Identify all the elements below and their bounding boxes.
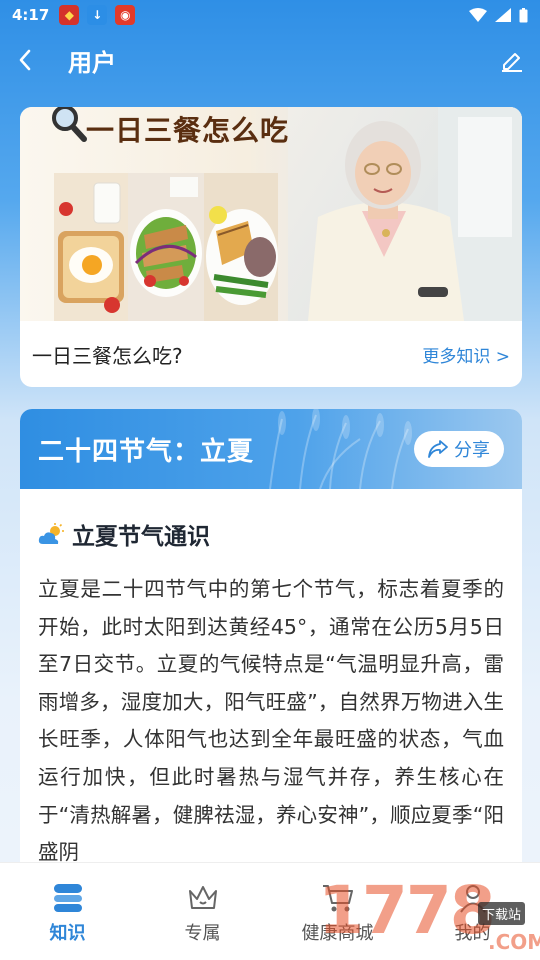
- edit-button[interactable]: [484, 30, 540, 90]
- solar-term-text: 立夏是二十四节气中的第七个节气，标志着夏季的开始，此时太阳到达黄经45°，通常在…: [38, 577, 504, 865]
- status-bar: 4:17 ◆ ↓ ◉: [0, 0, 540, 30]
- download-icon: ↓: [87, 5, 108, 25]
- weather-cloud-sun-icon: [38, 523, 64, 544]
- solar-term-body: 立夏节气通识 立夏是二十四节气中的第七个节气，标志着夏季的开始，此时太阳到达黄经…: [20, 489, 522, 872]
- share-icon: [428, 440, 448, 458]
- notification-app-icon-2: ◉: [115, 5, 136, 25]
- share-button[interactable]: 分享: [414, 431, 504, 467]
- banner-title: 一日三餐怎么吃?: [86, 114, 307, 147]
- crown-icon: [188, 886, 217, 909]
- lunch-image: [128, 173, 204, 321]
- back-button[interactable]: [0, 30, 50, 90]
- dinner-image: [204, 173, 278, 321]
- section-title: 立夏节气通识: [72, 524, 210, 550]
- elder-portrait-image: [288, 107, 522, 321]
- watermark-badge: 下载站: [478, 902, 526, 925]
- solar-term-card: 二十四节气：立夏 分享 立夏节气通识 立夏是二十四节气中的第七个节气，标志着夏季…: [20, 409, 522, 929]
- app-header: 用户: [0, 30, 540, 90]
- section-heading: 立夏节气通识: [38, 517, 504, 551]
- nav-label-exclusive: 专属: [184, 923, 221, 944]
- breakfast-image: [54, 173, 128, 321]
- wifi-icon: [469, 8, 487, 22]
- solar-term-header: 二十四节气：立夏 分享: [20, 409, 522, 489]
- watermark-logo: 1778: [318, 872, 496, 949]
- edit-icon: [502, 53, 522, 72]
- nav-item-knowledge[interactable]: 知识: [0, 863, 135, 960]
- share-label: 分享: [454, 440, 490, 461]
- notification-app-icon: ◆: [59, 5, 80, 25]
- nav-item-exclusive[interactable]: 专属: [135, 863, 270, 960]
- signal-icon: [495, 8, 511, 22]
- knowledge-card-footer: 一日三餐怎么吃? 更多知识 >: [20, 321, 522, 387]
- magnifier-icon: [52, 107, 87, 142]
- chevron-left-icon: [19, 49, 31, 71]
- status-time: 4:17: [12, 6, 50, 24]
- page-title: 用户: [68, 48, 116, 77]
- nav-label-knowledge: 知识: [49, 923, 86, 944]
- knowledge-caption: 一日三餐怎么吃?: [32, 343, 183, 368]
- watermark-suffix: .COM: [488, 930, 540, 954]
- battery-icon: [519, 7, 528, 22]
- knowledge-banner[interactable]: 一日三餐怎么吃?: [20, 107, 522, 321]
- knowledge-icon: [53, 884, 82, 912]
- solar-term-title: 二十四节气：立夏: [38, 436, 255, 467]
- knowledge-card[interactable]: 一日三餐怎么吃? 一日三餐怎么吃? 更多知识 >: [20, 107, 522, 387]
- more-knowledge-link[interactable]: 更多知识 >: [422, 342, 510, 367]
